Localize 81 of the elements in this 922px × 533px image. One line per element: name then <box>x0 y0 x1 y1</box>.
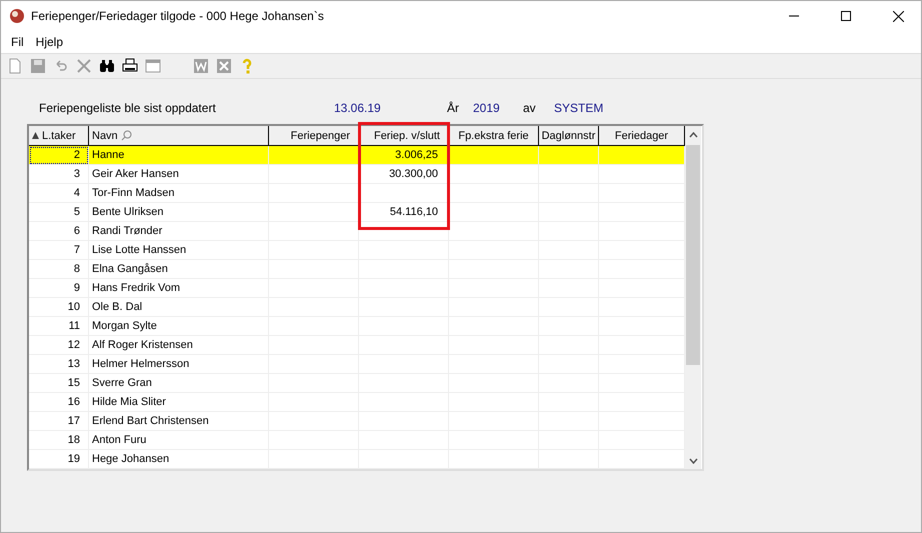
column-header[interactable]: L.taker <box>29 126 89 145</box>
year-value: 2019 <box>473 101 501 115</box>
table-cell: Ole B. Dal <box>89 298 269 317</box>
table-row[interactable]: 15 Sverre Gran <box>29 374 685 393</box>
table-cell: 12 <box>29 336 89 355</box>
table-cell: Anton Furu <box>89 431 269 450</box>
column-header[interactable]: Fp.ekstra ferie <box>449 126 539 145</box>
maximize-icon[interactable] <box>841 11 851 21</box>
table-cell: 6 <box>29 222 89 241</box>
scroll-up-icon[interactable] <box>688 132 698 138</box>
table-cell: Hege Johansen <box>89 450 269 469</box>
table-cell: 3.006,25 <box>359 146 449 165</box>
table-cell: Erlend Bart Christensen <box>89 412 269 431</box>
table-cell: Tor-Finn Madsen <box>89 184 269 203</box>
table-cell: 16 <box>29 393 89 412</box>
table-row[interactable]: 12 Alf Roger Kristensen <box>29 336 685 355</box>
table-cell: Hans Fredrik Vom <box>89 279 269 298</box>
menu-item[interactable]: Fil <box>5 35 30 49</box>
sort-icon <box>32 132 39 139</box>
close-icon[interactable] <box>892 10 904 22</box>
table-row[interactable]: 13 Helmer Helmersson <box>29 355 685 374</box>
table-cell: 4 <box>29 184 89 203</box>
table-row[interactable]: 16 Hilde Mia Sliter <box>29 393 685 412</box>
table-cell: 11 <box>29 317 89 336</box>
updated-by: SYSTEM <box>554 101 604 115</box>
search-icon <box>120 130 132 141</box>
table-row[interactable]: 17 Erlend Bart Christensen <box>29 412 685 431</box>
last-updated-label: Feriepengeliste ble sist oppdatert <box>39 101 217 115</box>
table-cell: Morgan Sylte <box>89 317 269 336</box>
menu-item[interactable]: Hjelp <box>30 35 70 49</box>
table-cell: Geir Aker Hansen <box>89 165 269 184</box>
table-cell: 19 <box>29 450 89 469</box>
table-row[interactable]: 7 Lise Lotte Hanssen <box>29 241 685 260</box>
table-row[interactable]: 2 Hanne 3.006,25 <box>29 146 685 165</box>
table-cell: 17 <box>29 412 89 431</box>
table-cell: 15 <box>29 374 89 393</box>
table-cell: 3 <box>29 165 89 184</box>
column-header[interactable]: Daglønnstr <box>539 126 599 145</box>
table-cell <box>539 450 599 469</box>
updated-date: 13.06.19 <box>334 101 382 115</box>
table-cell: 8 <box>29 260 89 279</box>
year-label: År <box>447 101 460 115</box>
app-icon <box>9 8 25 24</box>
table-cell: Bente Ulriksen <box>89 203 269 222</box>
scroll-down-icon[interactable] <box>688 458 698 464</box>
table-cell: 7 <box>29 241 89 260</box>
table-row[interactable]: 3 Geir Aker Hansen 30.300,00 <box>29 165 685 184</box>
binoculars-icon[interactable] <box>99 58 115 74</box>
print-icon[interactable] <box>122 58 138 74</box>
table-cell: 5 <box>29 203 89 222</box>
table-row[interactable]: 4 Tor-Finn Madsen <box>29 184 685 203</box>
column-header[interactable]: Feriep. v/slutt <box>359 126 449 145</box>
table-row[interactable]: 10 Ole B. Dal <box>29 298 685 317</box>
table-cell: Hanne <box>89 146 269 165</box>
table-cell: 9 <box>29 279 89 298</box>
column-header[interactable]: Feriepenger <box>269 126 359 145</box>
table-cell: Helmer Helmersson <box>89 355 269 374</box>
table-cell: 13 <box>29 355 89 374</box>
by-label: av <box>523 101 537 115</box>
table-row[interactable]: 8 Elna Gangåsen <box>29 260 685 279</box>
table-cell <box>539 165 599 184</box>
window-title: Feriepenger/Feriedager tilgode - 000 Hege Johansen`s <box>31 9 325 23</box>
table-cell: Hilde Mia Sliter <box>89 393 269 412</box>
table-row[interactable]: 19 Hege Johansen <box>29 450 685 469</box>
table-row[interactable]: 9 Hans Fredrik Vom <box>29 279 685 298</box>
table-cell: Randi Trønder <box>89 222 269 241</box>
table-cell: Alf Roger Kristensen <box>89 336 269 355</box>
table-cell: 10 <box>29 298 89 317</box>
table-cell: Lise Lotte Hanssen <box>89 241 269 260</box>
table-cell: Sverre Gran <box>89 374 269 393</box>
table-row[interactable]: 5 Bente Ulriksen 54.116,10 <box>29 203 685 222</box>
table-row[interactable]: 11 Morgan Sylte <box>29 317 685 336</box>
scrollbar-thumb[interactable] <box>686 145 700 365</box>
table-cell: 18 <box>29 431 89 450</box>
table-cell: 54.116,10 <box>359 203 449 222</box>
table-row[interactable]: 6 Randi Trønder <box>29 222 685 241</box>
column-header[interactable]: Navn <box>89 126 269 145</box>
table-cell: Elna Gangåsen <box>89 260 269 279</box>
table-row[interactable]: 18 Anton Furu <box>29 431 685 450</box>
table-cell: 30.300,00 <box>359 165 449 184</box>
table-cell: 2 <box>29 146 89 165</box>
